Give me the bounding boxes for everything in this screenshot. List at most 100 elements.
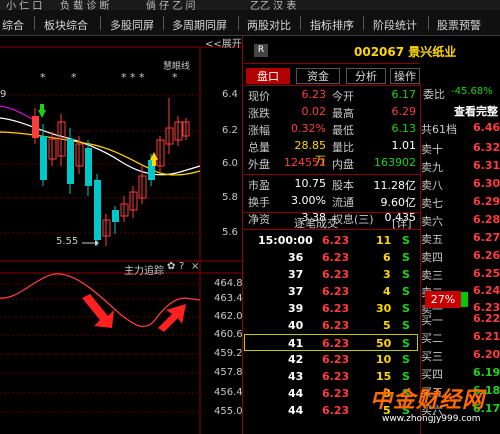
menu-item-ranking[interactable]: 指标排序 — [310, 17, 354, 33]
sell-signal-icon — [38, 110, 46, 118]
menu-item-multi-stock[interactable]: 多股同屏 — [110, 17, 154, 33]
sub-indicator-name[interactable]: 主力追踪 — [124, 262, 164, 277]
tick-detail-link[interactable]: [详] — [392, 215, 412, 231]
watermark-url: www.zhongjy999.com — [382, 414, 481, 424]
tick-row: 37 6.23 3 S — [288, 268, 410, 281]
label-change: 涨跌 — [248, 107, 270, 120]
menu-item-multi-period[interactable]: 多周期同屏 — [172, 17, 227, 33]
sub-tick: 455.0 — [214, 406, 243, 417]
label-shares: 股本 — [332, 179, 354, 192]
value-price: 6.23 — [301, 88, 327, 101]
menu-item-overview[interactable]: 综合 — [2, 17, 24, 33]
price-tick: 6.4 — [222, 89, 238, 100]
label-price: 现价 — [248, 90, 270, 103]
ask-row: 卖九 6.31 — [421, 159, 500, 174]
ask-row: 卖八 6.30 — [421, 177, 500, 192]
tick-row: 36 6.23 6 S — [288, 251, 410, 264]
label-open: 今开 — [332, 90, 354, 103]
label-low: 最低 — [332, 124, 354, 137]
bid-row: 买四 6.19 — [421, 366, 500, 381]
close-icon[interactable]: × — [191, 261, 199, 272]
value-turnover: 3.00% — [291, 194, 326, 207]
sub-tick: 456.4 — [214, 387, 243, 398]
label-pct: 涨幅 — [248, 124, 270, 137]
tick-row: 15:00:00 6.23 11 S — [258, 234, 410, 247]
ratio-bar-red: 27% — [425, 291, 461, 308]
star-marker: * — [172, 71, 178, 84]
sub-tick: 460.6 — [214, 329, 243, 340]
help-icon[interactable]: ? — [179, 261, 184, 272]
tick-row-selected[interactable]: 41 6.23 50 S — [244, 334, 418, 351]
star-marker: * * * — [121, 71, 145, 84]
star-marker: * — [40, 71, 46, 84]
settings-icon[interactable]: ✿ — [167, 261, 175, 272]
top-fragment: 小 仁 口 — [6, 1, 43, 10]
tick-header: 逐笔成交 [详] — [244, 212, 420, 230]
watermark: 中金财经网 www.zhongjy999.com — [370, 382, 498, 428]
value-pct: 0.32% — [291, 122, 326, 135]
ask-row: 卖五 6.27 — [421, 231, 500, 246]
menu-item-sector[interactable]: 板块综合 — [44, 17, 88, 33]
sub-tick: 463.4 — [214, 293, 243, 304]
label-high: 最高 — [332, 107, 354, 120]
view-full-button[interactable]: 查看完整 — [454, 103, 498, 119]
ratio-label: 委比 — [423, 88, 445, 101]
sub-tick: 457.8 — [214, 367, 243, 378]
tab-operate[interactable]: 操作 — [390, 68, 420, 84]
label-volume: 总量 — [248, 141, 270, 154]
label-float: 流通 — [332, 196, 354, 209]
top-fragment: 负 载 诊 断 — [60, 1, 110, 10]
rights-badge: R — [254, 44, 268, 57]
ratio-value: -45.68% — [451, 86, 493, 97]
value-outer: 124551 — [284, 156, 326, 169]
kline-chart-panel[interactable]: <<展开 慧眼线 * * * * * * 9 6.4 6.2 6.0 5.8 5… — [0, 36, 243, 434]
value-open: 6.17 — [391, 88, 417, 101]
menu-item-compare[interactable]: 两股对比 — [247, 17, 291, 33]
window-top-strip: 小 仁 口 负 载 诊 断 倘 仔 乙 问 乙乙 汉 表 — [0, 0, 500, 10]
value-float: 9.60亿 — [380, 196, 417, 209]
menu-item-alert[interactable]: 股票预警 — [437, 17, 481, 33]
label-inner: 内盘 — [332, 158, 354, 171]
label-vol-ratio: 量比 — [332, 141, 354, 154]
ask-row: 卖三 6.25 — [421, 267, 500, 282]
bid-row: 买一 6.22 — [421, 312, 500, 327]
tick-row: 42 6.23 10 S — [288, 353, 410, 366]
label-turnover: 换手 — [248, 196, 270, 209]
bid-row: 买三 6.20 — [421, 348, 500, 363]
value-pe: 10.75 — [294, 177, 327, 190]
tick-row: 40 6.23 5 S — [288, 319, 410, 332]
tab-handicap[interactable]: 盘口 — [246, 68, 290, 84]
menu-item-stats[interactable]: 阶段统计 — [373, 17, 417, 33]
bid-row: 买二 6.21 — [421, 330, 500, 345]
annotation-arrow-up — [158, 304, 186, 332]
levels-label: 共61档 — [421, 123, 457, 136]
tick-title: 逐笔成交 — [294, 217, 338, 230]
value-change: 0.02 — [301, 105, 327, 118]
label-outer: 外盘 — [248, 158, 270, 171]
stock-code-name: 002067 景兴纸业 — [354, 45, 457, 59]
ask-row: 卖四 6.26 — [421, 249, 500, 264]
watermark-logo: 中金财经网 — [370, 388, 486, 413]
left-edge-label: 9 — [0, 89, 7, 100]
value-high: 6.29 — [391, 105, 417, 118]
tab-funds[interactable]: 资金 — [296, 68, 340, 84]
sub-tick: 464.8 — [214, 278, 243, 289]
level-price-top: 6.46 — [473, 121, 500, 134]
expand-button[interactable]: <<展开 — [205, 35, 242, 50]
top-fragment: 乙乙 汉 表 — [250, 1, 297, 10]
value-shares: 11.28亿 — [373, 179, 417, 192]
sub-tick: 462.0 — [214, 311, 243, 322]
price-tick: 6.0 — [222, 158, 238, 169]
label-pe: 市盈 — [248, 179, 270, 192]
tick-row: 37 6.23 4 S — [288, 285, 410, 298]
kline-svg — [0, 46, 243, 434]
ask-row: 卖十 6.32 — [421, 141, 500, 156]
value-vol-ratio: 1.01 — [391, 139, 417, 152]
sub-tick: 459.2 — [214, 348, 243, 359]
tick-row: 39 6.23 30 S — [288, 302, 410, 315]
star-marker: * — [71, 71, 77, 84]
low-marker: 5.55 — [56, 236, 79, 247]
tab-analysis[interactable]: 分析 — [346, 68, 386, 84]
candles — [32, 98, 190, 246]
price-tick: 5.6 — [222, 227, 238, 238]
